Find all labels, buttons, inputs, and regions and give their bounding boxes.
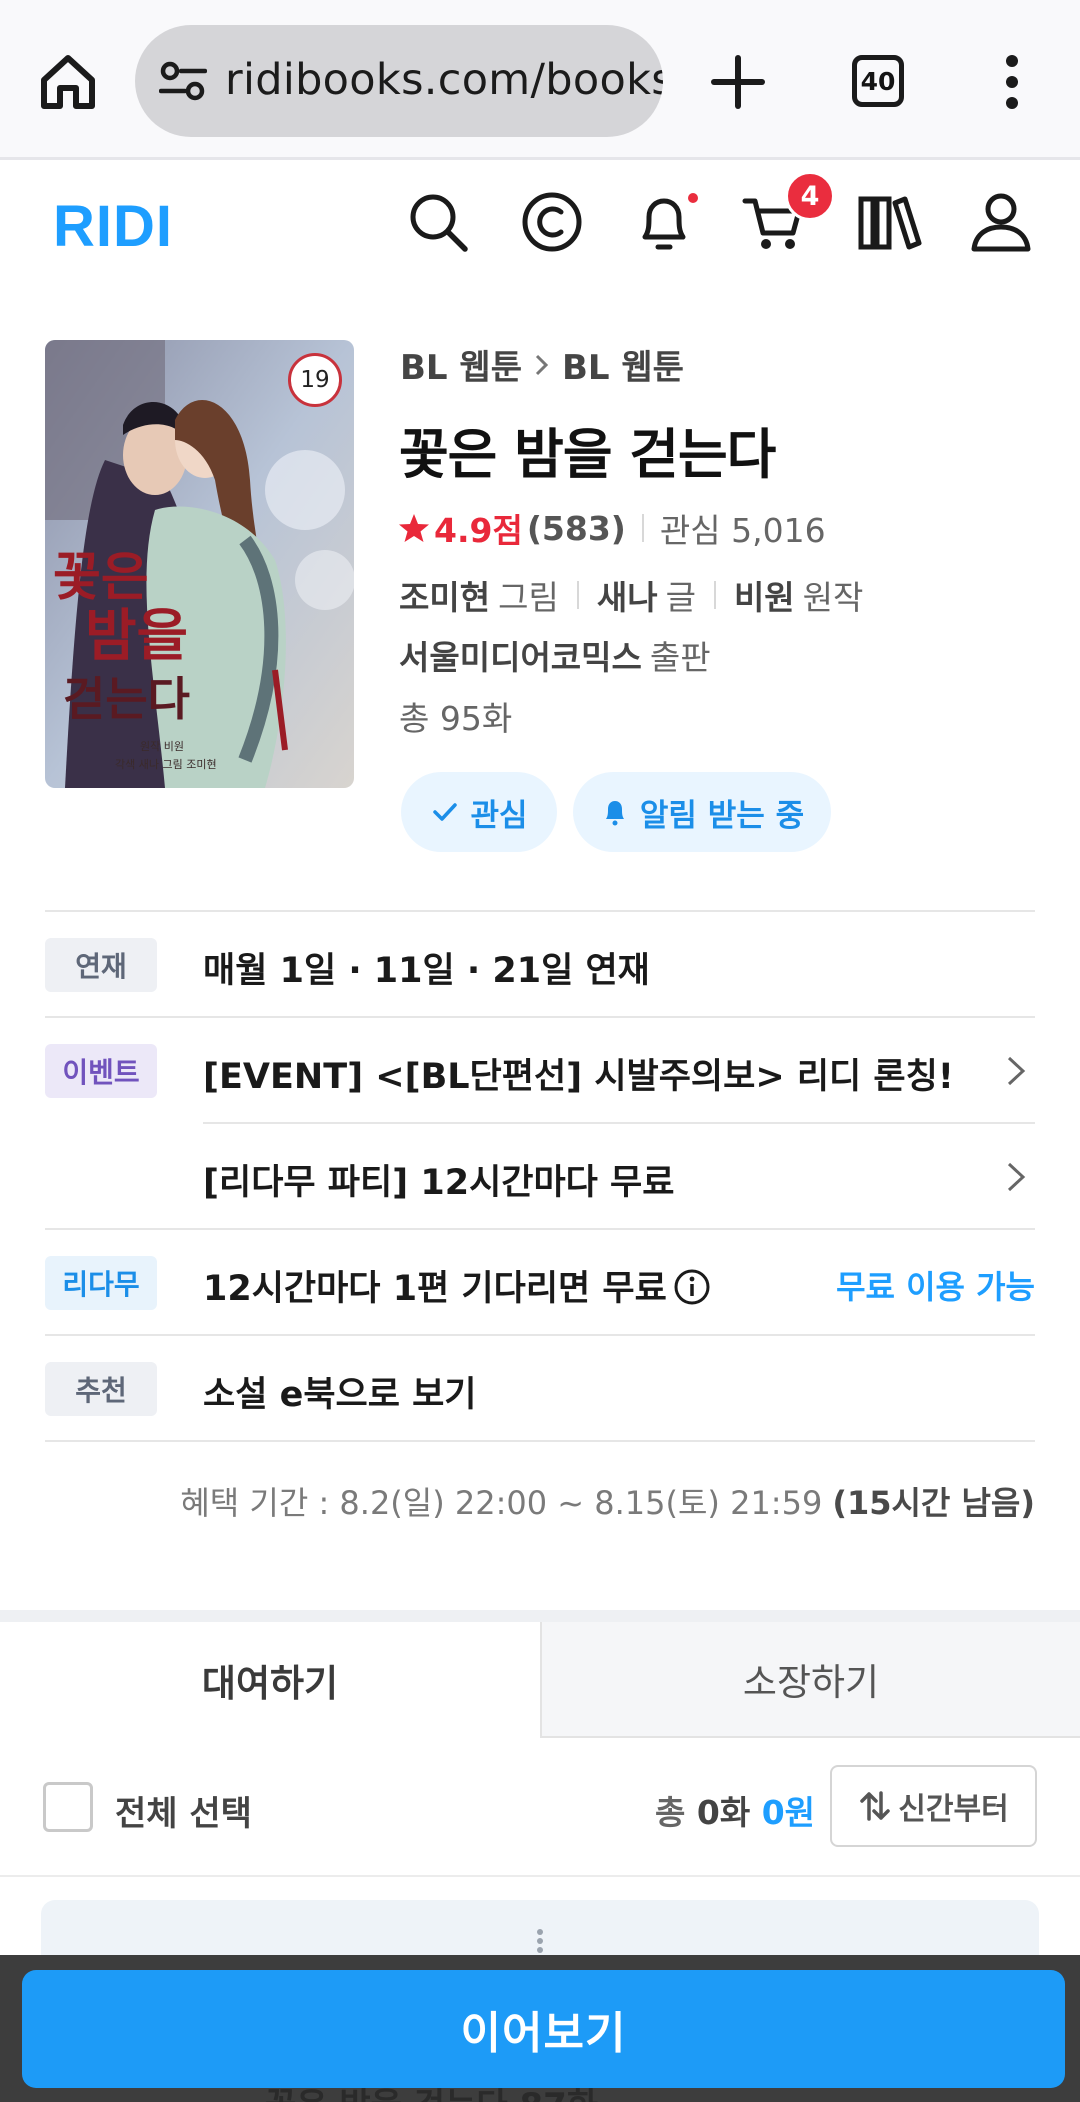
rating-count[interactable]: (583): [527, 509, 626, 548]
wait-free-row: 리다무 12시간마다 1편 기다리면 무료 무료 이용 가능: [45, 1230, 1035, 1334]
url-text: ridibooks.com/books: [225, 55, 663, 105]
book-title: 꽃은 밤을 걷는다: [399, 423, 776, 486]
benefit-remaining: (15시간 남음): [832, 1484, 1035, 1522]
sort-icon: [860, 1791, 891, 1821]
svg-text:원작 비원: 원작 비원: [140, 740, 184, 753]
artist-role: 그림: [498, 578, 559, 617]
serialization-tag: 연재: [45, 938, 157, 992]
selection-total: 총 0화 0원: [655, 1786, 815, 1834]
select-all-label[interactable]: 전체 선택: [115, 1786, 252, 1835]
publisher-role: 출판: [649, 638, 711, 677]
wait-free-status: 무료 이용 가능: [836, 1268, 1035, 1306]
artist-name[interactable]: 조미현: [399, 571, 490, 619]
check-icon: [433, 803, 458, 821]
event-row[interactable]: 이벤트 [EVENT] <[BL단편선] 시발주의보> 리디 론칭!: [45, 1018, 1035, 1122]
tab-rent[interactable]: 대여하기: [0, 1622, 540, 1738]
search-icon[interactable]: [405, 189, 471, 255]
drag-handle-icon[interactable]: [535, 1928, 545, 1954]
original-author-name[interactable]: 비원: [734, 571, 795, 619]
new-tab-icon[interactable]: [708, 52, 768, 112]
svg-text:밤을: 밤을: [85, 603, 188, 669]
sort-button[interactable]: 신간부터: [830, 1765, 1037, 1847]
cart-count-badge: 4: [785, 171, 835, 221]
bell-icon: [605, 801, 624, 826]
favorite-button[interactable]: 관심: [401, 772, 557, 852]
writer-name[interactable]: 새나: [597, 571, 658, 619]
chevron-right-icon: [1007, 1056, 1026, 1086]
recommend-row[interactable]: 추천 소설 e북으로 보기: [45, 1336, 1035, 1440]
novel-ebook-link[interactable]: 소설 e북으로 보기: [203, 1366, 477, 1417]
continue-reading-button[interactable]: 이어보기: [22, 1970, 1065, 2088]
authors-row: 조미현 그림 새나 글 비원 원작: [399, 571, 863, 619]
tab-own[interactable]: 소장하기: [540, 1622, 1080, 1738]
chevron-right-icon: [535, 354, 549, 375]
site-settings-icon[interactable]: [159, 59, 207, 103]
divider: [0, 1875, 1080, 1877]
tab-switcher-button[interactable]: 40: [852, 55, 904, 107]
sort-button-label: 신간부터: [898, 1792, 1009, 1827]
divider: [576, 581, 579, 609]
home-icon[interactable]: [36, 50, 100, 114]
recommend-tag: 추천: [45, 1362, 157, 1416]
notification-button-label: 알림 받는 중: [639, 797, 805, 834]
star-icon: [399, 514, 429, 542]
address-bar[interactable]: ridibooks.com/books: [135, 25, 663, 137]
event-tag: 이벤트: [45, 1044, 157, 1098]
my-account-icon[interactable]: [968, 189, 1034, 255]
rating-score: 4.9점: [434, 511, 523, 550]
notification-button[interactable]: 알림 받는 중: [573, 772, 831, 852]
breadcrumb-subcategory[interactable]: BL 웹툰: [562, 340, 684, 389]
total-price: 0원: [761, 1793, 816, 1832]
benefit-period-text: 혜택 기간 : 8.2(일) 22:00 ~ 8.15(토) 21:59: [180, 1484, 823, 1522]
benefit-period: 혜택 기간 : 8.2(일) 22:00 ~ 8.15(토) 21:59 (15시…: [180, 1478, 1035, 1524]
favorite-count: 관심 5,016: [659, 511, 826, 550]
favorite-button-label: 관심: [470, 797, 528, 834]
age-rating-badge: 19: [288, 353, 342, 407]
site-header: RIDI 4: [0, 163, 1080, 293]
event-link-text[interactable]: [리다무 파티] 12시간마다 무료: [203, 1154, 674, 1205]
book-cover[interactable]: 꽃은 밤을 걷는다 원작 비원 각색 새나 그림 조미현 19: [45, 340, 354, 788]
chevron-right-icon: [1007, 1162, 1026, 1192]
writer-role: 글: [665, 578, 696, 617]
wait-free-tag: 리다무: [45, 1256, 157, 1310]
divider: [641, 514, 644, 542]
breadcrumb: BL 웹툰 BL 웹툰: [400, 340, 684, 389]
more-options-icon[interactable]: [1000, 52, 1024, 112]
svg-text:꽃은: 꽃은: [53, 547, 149, 608]
svg-text:걷는다: 걷는다: [63, 672, 190, 726]
original-author-role: 원작: [802, 578, 864, 617]
section-divider: [0, 1610, 1080, 1622]
info-icon[interactable]: [673, 1268, 711, 1306]
episode-total: 총 95화: [399, 699, 513, 738]
divider: [713, 581, 716, 609]
browser-toolbar: ridibooks.com/books 40: [0, 0, 1080, 160]
divider: [45, 1440, 1035, 1442]
notification-dot: [688, 193, 698, 203]
book-cover-art: 꽃은 밤을 걷는다 원작 비원 각색 새나 그림 조미현: [45, 340, 354, 788]
library-icon[interactable]: [857, 189, 923, 255]
publisher-name[interactable]: 서울미디어코믹스: [399, 638, 642, 677]
total-count: 0화: [696, 1793, 751, 1832]
select-all-checkbox[interactable]: [43, 1782, 93, 1832]
total-prefix: 총: [655, 1793, 686, 1832]
rating-row: 4.9점 (583) 관심 5,016: [398, 504, 826, 552]
svg-text:각색 새나 그림 조미현: 각색 새나 그림 조미현: [115, 758, 217, 771]
publisher-row: 서울미디어코믹스 출판: [399, 631, 711, 679]
wait-free-text: 12시간마다 1편 기다리면 무료: [203, 1260, 711, 1311]
copyright-cash-icon[interactable]: [519, 189, 585, 255]
serialization-schedule: 매월 1일 · 11일 · 21일 연재: [203, 951, 650, 991]
ridi-logo[interactable]: RIDI: [53, 193, 173, 260]
wait-free-label: 12시간마다 1편 기다리면 무료: [203, 1269, 667, 1309]
event-link-text[interactable]: [EVENT] <[BL단편선] 시발주의보> 리디 론칭!: [203, 1048, 954, 1099]
serialization-row: 연재 매월 1일 · 11일 · 21일 연재: [45, 912, 1035, 1016]
breadcrumb-category[interactable]: BL 웹툰: [400, 340, 522, 389]
event-row[interactable]: [리다무 파티] 12시간마다 무료: [45, 1124, 1035, 1228]
